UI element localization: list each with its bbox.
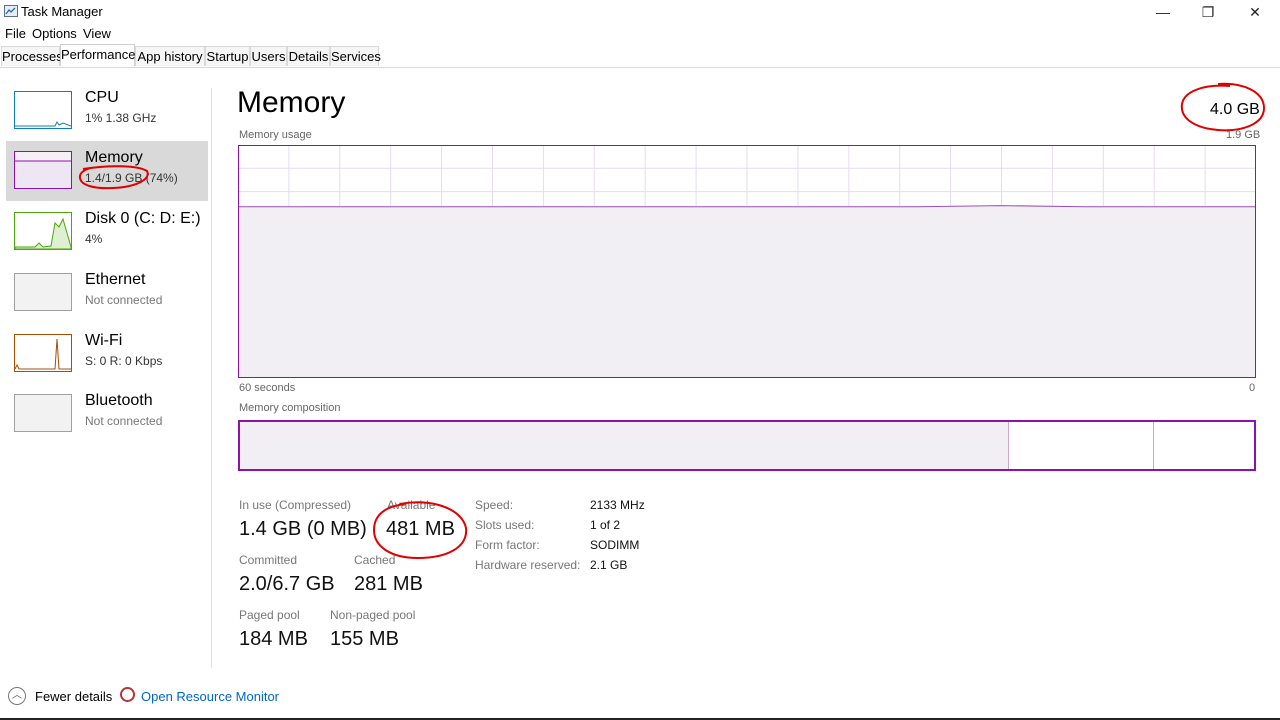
non-paged-pool-value: 155 MB [330,628,399,650]
fewer-details-button[interactable]: Fewer details [35,689,112,704]
sidebar-item-label: CPU [85,89,119,106]
sidebar-item-label: Wi-Fi [85,332,123,349]
committed-value: 2.0/6.7 GB [239,573,335,595]
menu-view[interactable]: View [83,26,111,41]
total-memory: 4.0 GB [1210,101,1260,118]
form-factor-label: Form factor: [475,538,540,552]
committed-label: Committed [239,553,298,567]
available-value: 481 MB [386,518,455,540]
sidebar-item-memory[interactable]: Memory 1.4/1.9 GB (74%) [6,141,208,201]
sidebar-item-label: Bluetooth [85,392,153,409]
cached-label: Cached [354,553,396,567]
speed-value: 2133 MHz [590,498,645,512]
ethernet-thumbnail-graph [14,273,72,311]
bluetooth-thumbnail-graph [14,394,72,432]
slots-used-value: 1 of 2 [590,518,621,532]
form-factor-value: SODIMM [590,538,640,552]
available-label: Available [387,498,436,512]
memory-usage-max: 1.9 GB [1226,129,1261,141]
title-bar: Task Manager — ❐ ✕ [0,0,1280,24]
in-use-value: 1.4 GB (0 MB) [239,518,367,540]
menu-options[interactable]: Options [32,26,77,41]
cpu-thumbnail-graph [14,91,72,129]
sidebar-item-detail: Not connected [85,293,163,307]
sidebar-item-ethernet[interactable]: Ethernet Not connected [6,263,208,323]
tab-details[interactable]: Details [287,46,330,66]
sidebar-item-detail: S: 0 R: 0 Kbps [85,354,163,368]
hardware-reserved-value: 2.1 GB [590,558,628,572]
paged-pool-value: 184 MB [239,628,308,650]
menu-file[interactable]: File [5,26,26,41]
sidebar-item-cpu[interactable]: CPU 1% 1.38 GHz [6,81,208,141]
composition-divider [1153,422,1154,469]
graph-time-now: 0 [1249,382,1256,394]
task-manager-icon [4,5,18,17]
wifi-thumbnail-graph [14,334,72,372]
resource-monitor-icon [120,687,135,702]
page-title: Memory [237,86,346,119]
sidebar-item-wifi[interactable]: Wi-Fi S: 0 R: 0 Kbps [6,324,208,384]
tab-bar: Processes Performance App history Startu… [0,44,1280,68]
sidebar-divider [211,88,212,668]
in-use-label: In use (Compressed) [239,498,352,512]
tab-processes[interactable]: Processes [1,46,63,66]
open-resource-monitor-link[interactable]: Open Resource Monitor [141,689,279,704]
sidebar-item-detail: Not connected [85,414,163,428]
sidebar-item-detail: 1% 1.38 GHz [85,111,157,125]
sidebar-item-label: Ethernet [85,271,146,288]
slots-used-label: Slots used: [475,518,535,532]
tab-users[interactable]: Users [250,46,287,66]
paged-pool-label: Paged pool [239,608,300,622]
sidebar-item-label: Disk 0 (C: D: E:) [85,210,201,227]
memory-composition-label: Memory composition [239,402,341,414]
memory-usage-area [239,205,1255,377]
cached-value: 281 MB [354,573,423,595]
graph-time-span: 60 seconds [239,382,296,394]
memory-composition-bar [238,420,1256,471]
sidebar-item-detail: 4% [85,232,103,246]
non-paged-pool-label: Non-paged pool [330,608,416,622]
memory-usage-graph [238,145,1256,378]
memory-usage-label: Memory usage [239,129,312,141]
performance-sidebar: CPU 1% 1.38 GHz Memory 1.4/1.9 GB (74%) … [0,68,212,668]
minimize-button[interactable]: — [1143,2,1183,22]
hardware-reserved-label: Hardware reserved: [475,558,581,572]
composition-in-use-segment [240,422,1009,469]
tab-startup[interactable]: Startup [205,46,250,66]
close-button[interactable]: ✕ [1235,2,1275,22]
maximize-button[interactable]: ❐ [1188,2,1228,22]
sidebar-item-disk[interactable]: Disk 0 (C: D: E:) 4% [6,202,208,262]
tab-app-history[interactable]: App history [135,46,205,66]
sidebar-item-bluetooth[interactable]: Bluetooth Not connected [6,384,208,444]
chevron-up-icon[interactable]: ︿ [8,687,26,705]
sidebar-item-detail: 1.4/1.9 GB (74%) [85,171,178,185]
window-title: Task Manager [21,4,103,19]
sidebar-item-label: Memory [85,149,143,166]
tab-services[interactable]: Services [330,46,381,66]
tab-performance[interactable]: Performance [60,44,135,66]
disk-thumbnail-graph [14,212,72,250]
speed-label: Speed: [475,498,514,512]
memory-thumbnail-graph [14,151,72,189]
